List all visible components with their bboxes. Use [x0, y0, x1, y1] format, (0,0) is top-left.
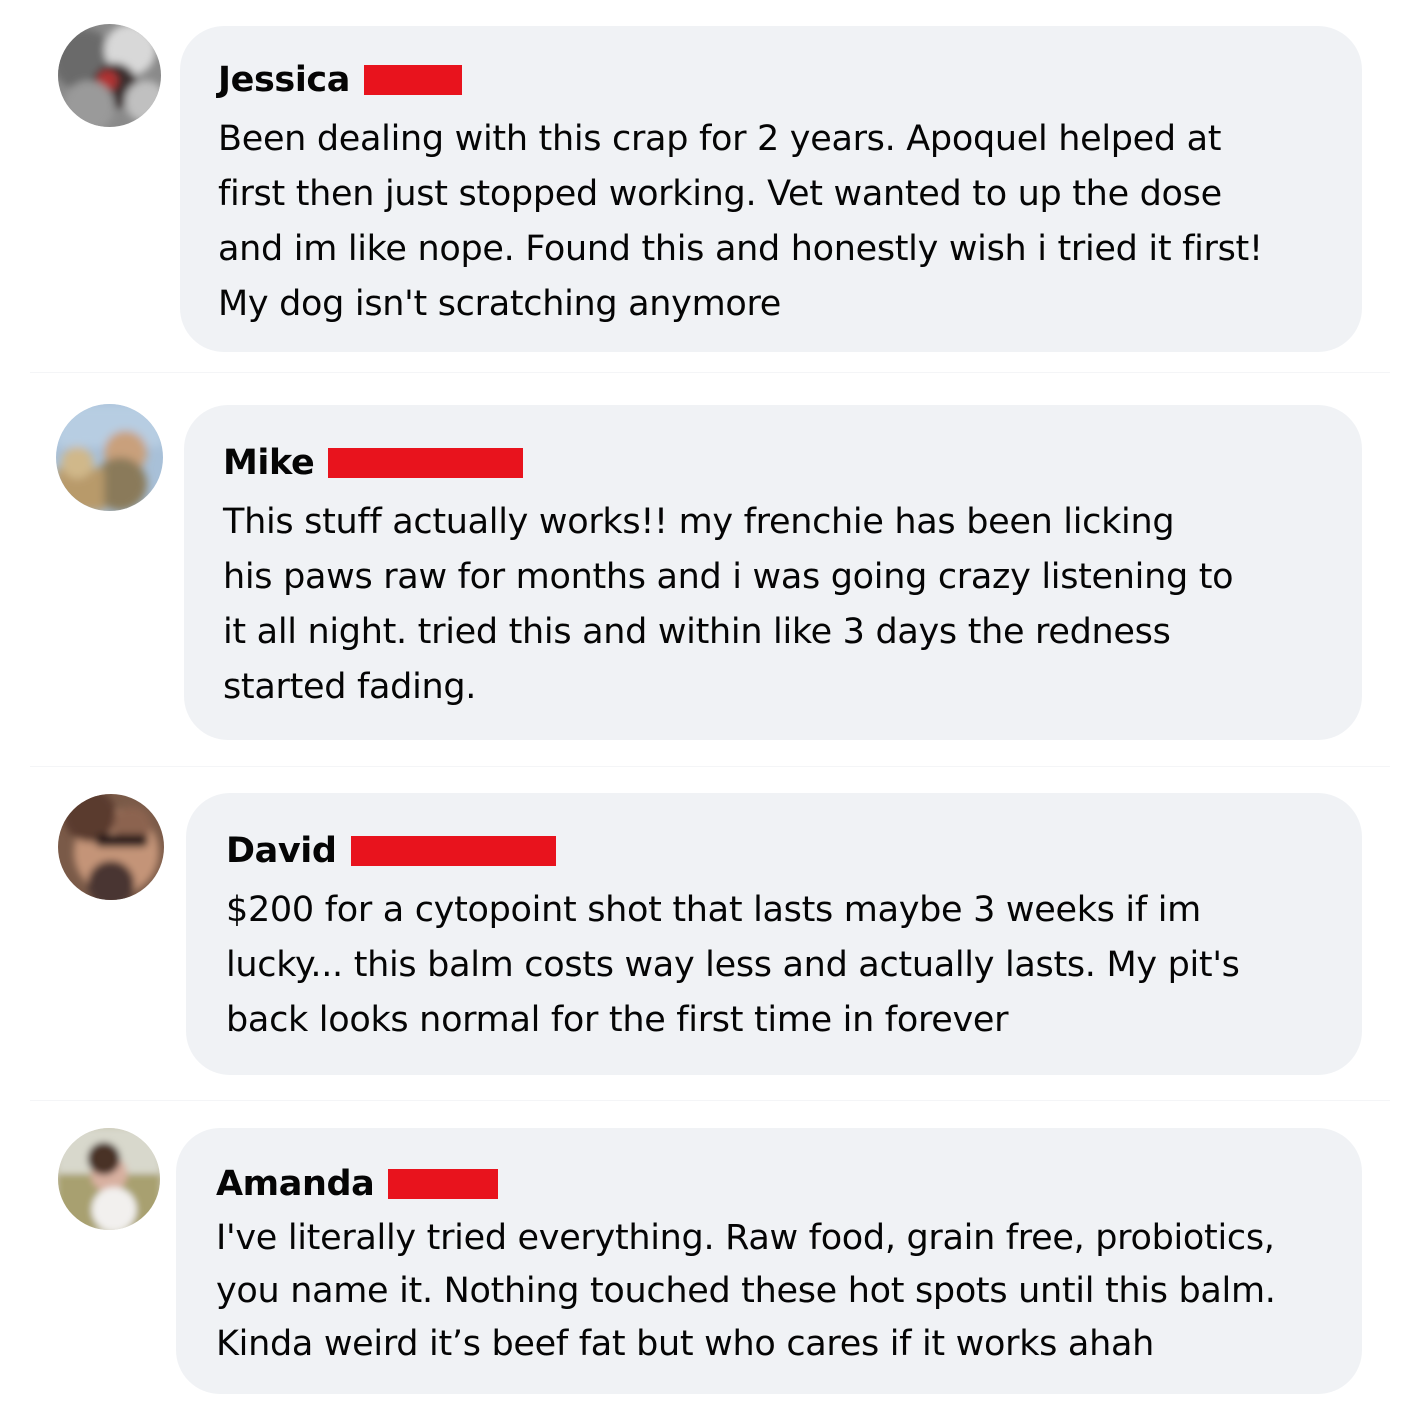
comment-author[interactable]: Amanda — [216, 1162, 375, 1206]
comment-bubble: Mike This stuff actually works!! my fren… — [184, 405, 1362, 740]
redaction-bar — [388, 1169, 499, 1199]
profile-photo-icon — [58, 794, 164, 900]
avatar[interactable] — [58, 794, 164, 900]
comment-author[interactable]: Mike — [223, 441, 315, 485]
comment-text: Been dealing with this crap for 2 years.… — [218, 119, 1263, 324]
comment-bubble: David $200 for a cytopoint shot that las… — [186, 793, 1362, 1075]
comment-text: I've literally tried everything. Raw foo… — [216, 1218, 1276, 1364]
comment-text: $200 for a cytopoint shot that lasts may… — [226, 890, 1240, 1040]
divider — [30, 372, 1390, 373]
divider — [30, 1100, 1390, 1101]
avatar[interactable] — [56, 404, 163, 511]
avatar[interactable] — [58, 1128, 160, 1230]
profile-photo-icon — [58, 1128, 160, 1230]
redaction-bar — [364, 65, 462, 95]
comment-author[interactable]: Jessica — [218, 58, 350, 102]
divider — [30, 766, 1390, 767]
comment-bubble: Amanda I've literally tried everything. … — [176, 1128, 1362, 1394]
avatar[interactable] — [58, 24, 161, 127]
comment-bubble: Jessica Been dealing with this crap for … — [180, 26, 1362, 352]
profile-photo-icon — [58, 24, 161, 127]
profile-photo-icon — [56, 404, 163, 511]
redaction-bar — [350, 836, 556, 866]
comment-author[interactable]: David — [226, 829, 337, 873]
redaction-bar — [328, 448, 524, 478]
comment-text: This stuff actually works!! my frenchie … — [223, 502, 1234, 707]
